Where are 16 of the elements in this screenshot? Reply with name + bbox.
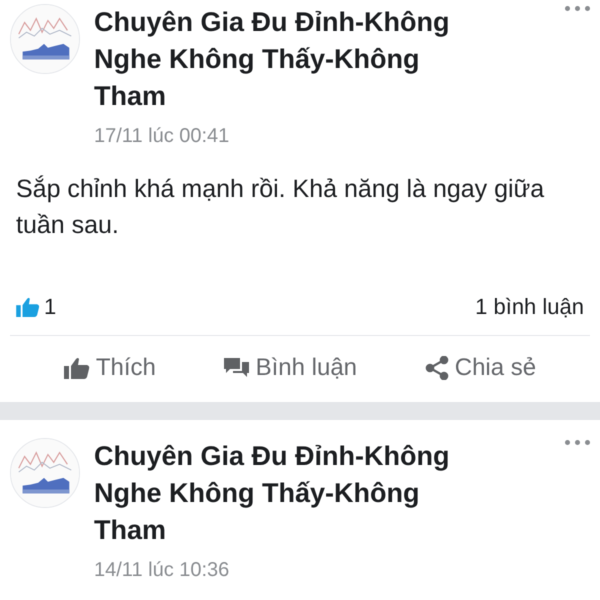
post-time: 14/11 lúc 10:36 <box>94 558 230 583</box>
author-name[interactable]: Chuyên Gia Đu Đỉnh-Không Nghe Không Thấy-Không Tham <box>94 4 494 115</box>
speech-bubbles-icon <box>224 357 250 379</box>
post-time: 17/11 lúc 00:41 <box>94 124 230 149</box>
author-name[interactable]: Chuyên Gia Đu Đỉnh-Không Nghe Không Thấy-Không Tham <box>94 438 494 549</box>
comment-button[interactable]: Bình luận <box>224 350 358 386</box>
more-options-icon[interactable] <box>565 440 590 445</box>
more-options-icon[interactable] <box>565 6 590 11</box>
thumbs-up-icon <box>64 357 90 379</box>
share-button[interactable]: Chia sẻ <box>424 350 536 386</box>
comment-count[interactable]: 1 bình luận <box>475 290 584 323</box>
like-button[interactable]: Thích <box>64 350 156 386</box>
thumbs-up-icon <box>16 296 40 316</box>
like-count: 1 <box>44 293 56 321</box>
share-icon <box>424 356 449 380</box>
post-text: Sắp chỉnh khá mạnh rồi. Khả năng là ngay giữa tuần sau. <box>15 174 546 241</box>
